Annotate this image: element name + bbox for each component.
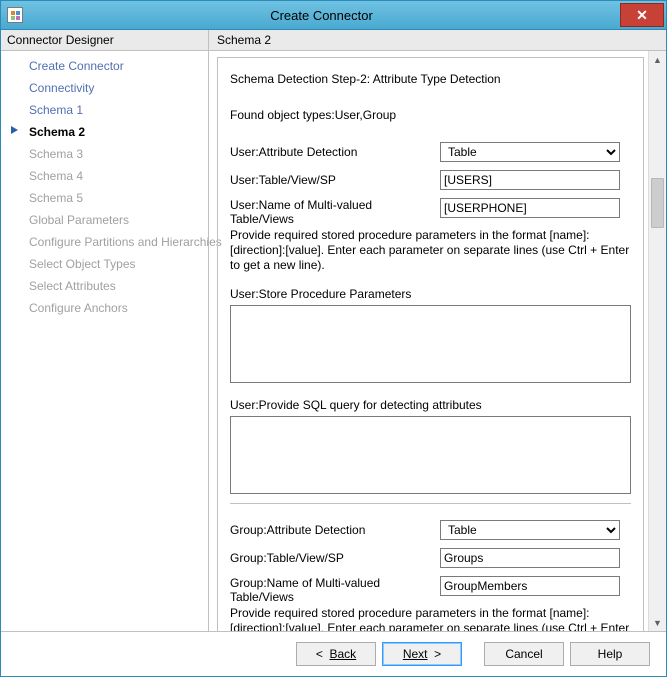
step-title: Schema Detection Step-2: Attribute Type … (230, 72, 631, 86)
title-bar: Create Connector ✕ (1, 1, 666, 30)
label-group-attr-detection: Group:Attribute Detection (230, 523, 440, 537)
label-user-sp-params: User:Store Procedure Parameters (230, 287, 631, 301)
close-icon: ✕ (636, 8, 648, 22)
help-button[interactable]: Help (570, 642, 650, 666)
scroll-thumb[interactable] (651, 178, 664, 228)
row-group-attr-detection: Group:Attribute Detection Table (230, 520, 631, 540)
nav-schema-1[interactable]: Schema 1 (1, 99, 208, 121)
content-scroll: Schema Detection Step-2: Attribute Type … (209, 51, 648, 631)
row-user-attr-detection: User:Attribute Detection Table (230, 142, 631, 162)
select-group-attr-detection[interactable]: Table (440, 520, 620, 540)
back-button[interactable]: < Back (296, 642, 376, 666)
nav-connectivity[interactable]: Connectivity (1, 77, 208, 99)
row-group-multi: Group:Name of Multi-valued Table/Views (230, 576, 631, 604)
content-wrap: Schema Detection Step-2: Attribute Type … (209, 51, 666, 631)
label-user-multi: User:Name of Multi-valued Table/Views (230, 198, 440, 226)
content-header: Schema 2 (209, 30, 666, 50)
scroll-down-arrow-icon[interactable]: ▼ (649, 614, 666, 631)
hint-user-sp: Provide required stored procedure parame… (230, 228, 631, 273)
dialog-window: Create Connector ✕ Connector Designer Sc… (0, 0, 667, 677)
input-user-multi[interactable] (440, 198, 620, 218)
hint-group-sp: Provide required stored procedure parame… (230, 606, 631, 631)
textarea-user-sql[interactable] (230, 416, 631, 494)
found-object-types: Found object types:User,Group (230, 108, 631, 122)
window-title: Create Connector (23, 8, 620, 23)
input-group-table[interactable] (440, 548, 620, 568)
group-block: Group:Attribute Detection Table Group:Ta… (230, 503, 631, 631)
label-user-sql: User:Provide SQL query for detecting att… (230, 398, 631, 412)
row-user-multi: User:Name of Multi-valued Table/Views (230, 198, 631, 226)
input-group-multi[interactable] (440, 576, 620, 596)
nav-configure-partitions: Configure Partitions and Hierarchies (1, 231, 208, 253)
nav-configure-anchors: Configure Anchors (1, 297, 208, 319)
textarea-user-sp-params[interactable] (230, 305, 631, 383)
nav-schema-3: Schema 3 (1, 143, 208, 165)
dialog-body: Create Connector Connectivity Schema 1 S… (1, 51, 666, 631)
close-button[interactable]: ✕ (620, 3, 664, 27)
scroll-up-arrow-icon[interactable]: ▲ (649, 51, 666, 68)
nav-schema-5: Schema 5 (1, 187, 208, 209)
label-group-table: Group:Table/View/SP (230, 551, 440, 565)
nav-global-parameters: Global Parameters (1, 209, 208, 231)
scroll-track[interactable] (649, 68, 666, 614)
nav-create-connector[interactable]: Create Connector (1, 55, 208, 77)
vertical-scrollbar[interactable]: ▲ ▼ (648, 51, 666, 631)
label-user-table: User:Table/View/SP (230, 173, 440, 187)
label-user-attr-detection: User:Attribute Detection (230, 145, 440, 159)
wizard-footer: < Back Next > Cancel Help (1, 631, 666, 676)
app-icon (7, 7, 23, 23)
wizard-sidebar: Create Connector Connectivity Schema 1 S… (1, 51, 209, 631)
label-group-multi: Group:Name of Multi-valued Table/Views (230, 576, 440, 604)
schema-panel: Schema Detection Step-2: Attribute Type … (217, 57, 644, 631)
nav-select-attributes: Select Attributes (1, 275, 208, 297)
row-group-table: Group:Table/View/SP (230, 548, 631, 568)
nav-select-object-types: Select Object Types (1, 253, 208, 275)
nav-schema-2[interactable]: Schema 2 (1, 121, 208, 143)
sidebar-header: Connector Designer (1, 30, 209, 50)
column-headers: Connector Designer Schema 2 (1, 30, 666, 51)
next-button[interactable]: Next > (382, 642, 462, 666)
input-user-table[interactable] (440, 170, 620, 190)
select-user-attr-detection[interactable]: Table (440, 142, 620, 162)
cancel-button[interactable]: Cancel (484, 642, 564, 666)
nav-schema-4: Schema 4 (1, 165, 208, 187)
row-user-table: User:Table/View/SP (230, 170, 631, 190)
